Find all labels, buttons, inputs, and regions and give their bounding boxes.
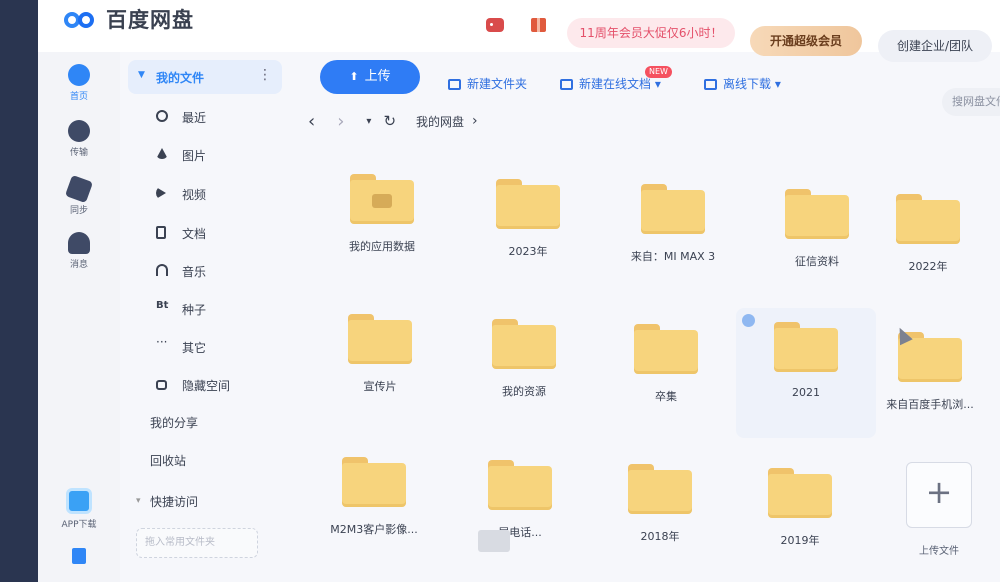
folder-name: M2M3客户影像... bbox=[330, 523, 418, 536]
select-check-icon[interactable] bbox=[742, 314, 755, 327]
folder-name: 2018年 bbox=[640, 530, 680, 543]
folder-tile[interactable]: 2018年 bbox=[590, 450, 730, 580]
app-window: 百度网盘 11周年会员大促仅6小时！ 开通超级会员 创建企业/团队 首页 传输 … bbox=[38, 0, 1000, 582]
folder-icon bbox=[896, 194, 960, 244]
plus-icon: + bbox=[925, 473, 953, 511]
folder-name: 宣传片 bbox=[363, 380, 397, 393]
folder-icon bbox=[634, 324, 698, 374]
app-data-mark-icon bbox=[372, 194, 392, 208]
folder-tile[interactable]: 来自：MI MAX 3 bbox=[603, 170, 743, 300]
folder-icon bbox=[628, 464, 692, 514]
upload-file-tile[interactable]: + bbox=[906, 462, 972, 528]
folder-name: 来自：MI MAX 3 bbox=[630, 250, 716, 263]
folder-tile[interactable]: 卒集 bbox=[596, 310, 736, 440]
folder-name: 2023年 bbox=[508, 245, 548, 258]
folder-name: 屋电话... bbox=[498, 526, 542, 539]
folder-name: 我的资源 bbox=[502, 385, 546, 398]
folder-icon bbox=[774, 322, 838, 372]
blurred-region bbox=[478, 530, 510, 552]
folder-icon bbox=[492, 319, 556, 369]
folder-tile[interactable]: 宣传片 bbox=[310, 300, 450, 430]
folder-name: 2022年 bbox=[908, 260, 948, 273]
folder-tile[interactable]: 2023年 bbox=[458, 165, 598, 295]
folder-name: 2021 bbox=[792, 386, 820, 399]
folder-icon bbox=[785, 189, 849, 239]
folder-tile[interactable]: 2022年 bbox=[858, 180, 998, 310]
folder-icon bbox=[496, 179, 560, 229]
folder-name: 我的应用数据 bbox=[349, 240, 415, 253]
folder-icon bbox=[488, 460, 552, 510]
folder-icon bbox=[342, 457, 406, 507]
folder-grid: 我的应用数据 2023年 来自：MI MAX 3 征信资料 2022年 宣传片 … bbox=[38, 0, 1000, 582]
folder-icon bbox=[348, 314, 412, 364]
folder-tile[interactable]: 我的应用数据 bbox=[312, 160, 452, 290]
folder-icon bbox=[350, 174, 414, 224]
folder-name: 来自百度手机浏... bbox=[886, 398, 974, 411]
folder-name: 卒集 bbox=[655, 390, 677, 403]
upload-file-label: 上传文件 bbox=[919, 546, 959, 557]
folder-tile-selected[interactable]: 2021 bbox=[736, 308, 876, 438]
folder-name: 2019年 bbox=[780, 534, 820, 547]
folder-tile[interactable]: M2M3客户影像... bbox=[304, 443, 444, 573]
folder-icon bbox=[768, 468, 832, 518]
folder-tile[interactable]: 2019年 bbox=[730, 454, 870, 582]
folder-tile[interactable]: 来自百度手机浏... bbox=[860, 318, 1000, 448]
folder-tile[interactable]: 我的资源 bbox=[454, 305, 594, 435]
folder-tile[interactable]: 屋电话... bbox=[450, 446, 590, 576]
folder-icon bbox=[641, 184, 705, 234]
